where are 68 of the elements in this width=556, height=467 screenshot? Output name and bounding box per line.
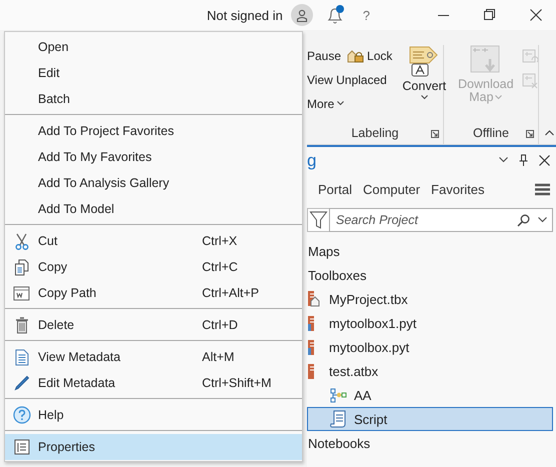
lock-icon [347, 48, 364, 63]
catalog-tab[interactable]: Portal [318, 182, 352, 196]
menu-item[interactable]: Add To Model [5, 196, 302, 222]
pencil-icon [14, 375, 30, 391]
document-icon [14, 348, 28, 366]
scissors-icon [14, 232, 30, 250]
close-icon[interactable] [539, 154, 550, 166]
tree-item[interactable]: Maps [307, 239, 553, 263]
copy-icon [14, 258, 30, 276]
chevron-down-icon [337, 101, 344, 106]
menu-item[interactable]: View Metadata Alt+M [5, 344, 302, 370]
tree-item[interactable]: Script [307, 407, 553, 431]
menu-item[interactable]: Open [5, 34, 302, 60]
restore-icon[interactable] [484, 9, 496, 21]
search-icon[interactable] [517, 214, 530, 226]
help-icon[interactable]: ? [362, 8, 370, 22]
collapse-ribbon-icon[interactable] [545, 130, 554, 136]
chevron-down-icon [495, 94, 502, 100]
search-field[interactable]: Search Project [336, 213, 509, 227]
menu-item[interactable]: Copy Path Ctrl+Alt+P [5, 280, 302, 306]
chevron-down-icon [420, 95, 428, 100]
convert-button[interactable]: Convert [396, 45, 452, 122]
copy-path-icon [13, 285, 30, 301]
search-field[interactable]: Search Project [329, 208, 553, 232]
close-icon[interactable] [530, 9, 542, 21]
tree-item[interactable]: mytoolbox.pyt [307, 335, 553, 359]
tree-item[interactable]: MyProject.tbx [307, 287, 553, 311]
menu-item[interactable]: Batch [5, 86, 302, 112]
user-avatar-icon[interactable] [290, 4, 313, 26]
more-dropdown[interactable]: More [307, 95, 392, 112]
script-icon [330, 410, 347, 428]
menu-item[interactable]: Copy Ctrl+C [5, 254, 302, 280]
trash-icon [14, 316, 28, 334]
group-label: Labeling [351, 126, 399, 140]
account-status: Not signed in [206, 8, 283, 22]
menu-item[interactable]: Help [5, 402, 302, 428]
menu-item[interactable]: Edit Metadata Ctrl+Shift+M [5, 370, 302, 396]
filter-icon[interactable] [307, 208, 329, 232]
label-tag-icon [409, 45, 440, 77]
menu-item[interactable]: Properties [5, 434, 302, 460]
catalog-tab[interactable]: Favorites [431, 182, 485, 196]
menu-item[interactable]: Delete Ctrl+D [5, 312, 302, 338]
group-label: Offline [473, 126, 509, 140]
menu-item[interactable]: Add To Project Favorites [5, 118, 302, 144]
lock-button[interactable]: Lock [347, 47, 392, 64]
menu-icon[interactable] [535, 182, 550, 196]
menu-item[interactable]: Add To Analysis Gallery [5, 170, 302, 196]
menu-item[interactable]: Add To My Favorites [5, 144, 302, 170]
pin-icon[interactable] [519, 154, 528, 166]
menu-item[interactable]: Cut Ctrl+X [5, 228, 302, 254]
view-unplaced-button[interactable]: View Unplaced [307, 71, 392, 88]
dialog-launcher-icon[interactable] [526, 130, 534, 138]
model-icon [330, 388, 347, 402]
tree-item[interactable]: test.atbx [307, 359, 553, 383]
menu-item[interactable]: Edit [5, 60, 302, 86]
properties-icon [14, 439, 30, 455]
tree-item[interactable]: Notebooks [307, 431, 553, 455]
map-download-icon [470, 45, 502, 75]
dialog-launcher-icon[interactable] [431, 130, 439, 138]
tree-item[interactable]: AA [307, 383, 553, 407]
tree-item[interactable]: Toolboxes [307, 263, 553, 287]
chevron-down-icon[interactable] [538, 217, 547, 223]
help-icon [12, 406, 30, 424]
pause-button[interactable]: Pause [307, 47, 342, 64]
catalog-tab[interactable]: Computer [362, 182, 420, 196]
pane-title: g [307, 152, 316, 168]
tree-item[interactable]: mytoolbox1.pyt [307, 311, 553, 335]
chevron-down-icon[interactable] [499, 157, 508, 163]
